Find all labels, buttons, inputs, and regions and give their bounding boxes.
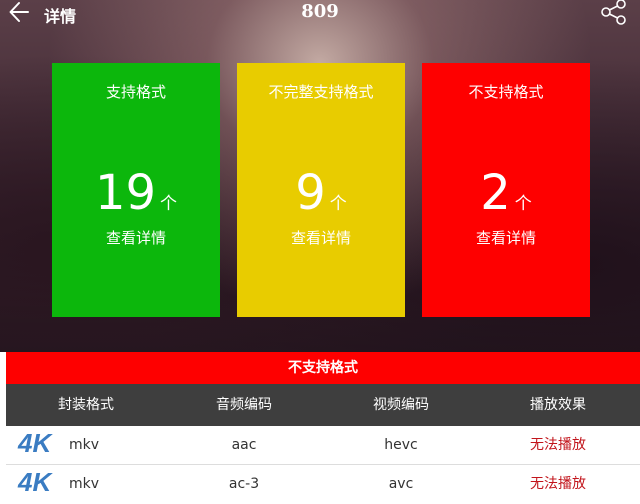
- table-row[interactable]: 4K mkv aac hevc 无法播放: [6, 426, 640, 465]
- table-row[interactable]: 4K mkv ac-3 avc 无法播放: [6, 465, 640, 503]
- card-title: 不支持格式: [468, 83, 544, 101]
- count-unit: 个: [514, 194, 532, 214]
- effect-cell: 无法播放: [530, 476, 586, 492]
- 4k-badge: 4K: [18, 428, 52, 458]
- top-bar: 详情 809: [0, 0, 640, 26]
- container-cell: mkv: [68, 476, 100, 492]
- card-title: 不完整支持格式: [268, 83, 374, 101]
- count-row: 2个: [422, 163, 590, 223]
- view-details-link[interactable]: 查看详情: [237, 227, 405, 248]
- 4k-badge: 4K: [18, 467, 52, 497]
- card-title: 支持格式: [105, 83, 166, 101]
- column-header: 封装格式: [58, 397, 114, 413]
- effect-cell: 无法播放: [530, 437, 586, 453]
- hero-section: 详情 809 支持格式 19 个 查看详情 不完整支持格式 9个 查看详情 不支持…: [0, 0, 640, 352]
- video-cell: avc: [388, 476, 414, 492]
- count-row: 19 个: [52, 163, 220, 223]
- column-header: 播放效果: [530, 397, 586, 413]
- count-unit: 个: [160, 194, 178, 214]
- view-details-link[interactable]: 查看详情: [52, 227, 220, 248]
- card-unsupported[interactable]: 不支持格式 2个 查看详情: [422, 63, 590, 317]
- audio-cell: ac-3: [228, 476, 260, 492]
- count-value: 19: [94, 165, 157, 221]
- card-supported[interactable]: 支持格式 19 个 查看详情: [52, 63, 220, 317]
- column-header: 音频编码: [216, 397, 272, 413]
- table-header: 封装格式 音频编码 视频编码 播放效果: [6, 384, 640, 426]
- share-icon[interactable]: [600, 0, 628, 26]
- video-cell: hevc: [384, 437, 418, 453]
- count-value: 9: [295, 165, 326, 221]
- container-cell: mkv: [68, 437, 100, 453]
- audio-cell: aac: [231, 437, 257, 453]
- column-header: 视频编码: [373, 397, 429, 413]
- card-partial[interactable]: 不完整支持格式 9个 查看详情: [237, 63, 405, 317]
- count-value: 2: [480, 165, 511, 221]
- count-unit: 个: [329, 194, 347, 214]
- count-row: 9个: [237, 163, 405, 223]
- unsupported-panel-title: 不支持格式: [6, 352, 640, 384]
- center-title: 809: [301, 1, 339, 22]
- view-details-link[interactable]: 查看详情: [422, 227, 590, 248]
